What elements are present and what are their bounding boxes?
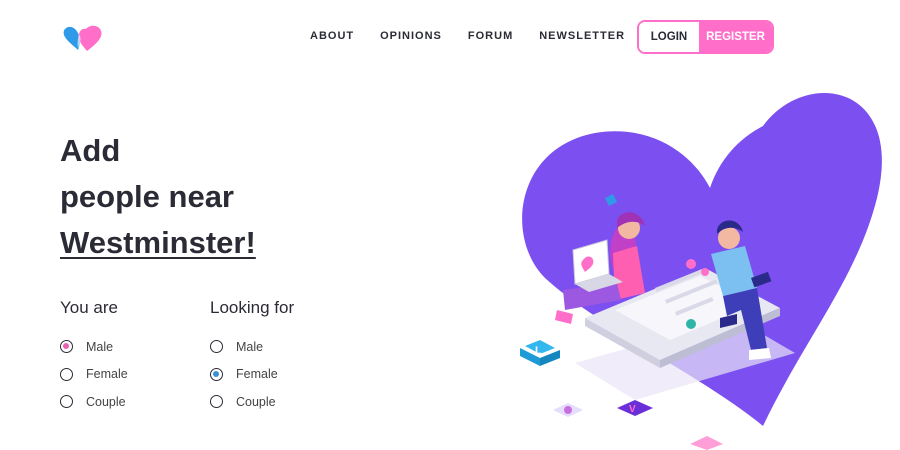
nav-about-link[interactable]: ABOUT xyxy=(310,30,354,42)
radio-unchecked-icon[interactable] xyxy=(210,395,223,409)
radio-checked-icon[interactable] xyxy=(210,367,223,381)
tile-letter-v: V xyxy=(629,404,636,415)
looking-for-group: Looking for Male Female Couple xyxy=(210,298,294,416)
hero-line-1: Add xyxy=(60,133,121,168)
radio-unchecked-icon[interactable] xyxy=(210,340,223,354)
option-label: Female xyxy=(236,367,278,382)
option-label: Couple xyxy=(86,394,126,409)
option-label: Male xyxy=(86,339,114,354)
option-label: Female xyxy=(86,367,128,382)
radio-unchecked-icon[interactable] xyxy=(60,395,73,409)
looking-for-option-couple[interactable]: Couple xyxy=(210,388,294,416)
you-are-option-male[interactable]: Male xyxy=(60,333,128,361)
hero-heading: Add people near Westminster! xyxy=(60,128,256,266)
looking-for-option-female[interactable]: Female xyxy=(210,361,294,389)
tile-letter-l: L xyxy=(535,345,542,357)
nav-newsletter-link[interactable]: NEWSLETTER xyxy=(539,30,625,42)
option-label: Couple xyxy=(236,394,276,409)
couple-dating-heart-illustration: L V xyxy=(520,92,882,450)
you-are-title: You are xyxy=(60,298,118,317)
you-are-option-female[interactable]: Female xyxy=(60,361,128,389)
you-are-group: You are Male Female Couple xyxy=(60,298,128,416)
main-nav: ABOUT OPINIONS FORUM NEWSLETTER xyxy=(310,30,651,42)
login-button[interactable]: LOGIN xyxy=(639,22,699,52)
looking-for-title: Looking for xyxy=(210,298,295,317)
hero-line-2: people near xyxy=(60,179,234,214)
nav-forum-link[interactable]: FORUM xyxy=(468,30,513,42)
nav-opinions-link[interactable]: OPINIONS xyxy=(380,30,442,42)
auth-button-group: LOGIN REGISTER xyxy=(637,20,774,54)
you-are-option-couple[interactable]: Couple xyxy=(60,388,128,416)
option-label: Male xyxy=(236,339,264,354)
hearts-logo-icon[interactable] xyxy=(62,24,104,52)
looking-for-option-male[interactable]: Male xyxy=(210,333,294,361)
radio-unchecked-icon[interactable] xyxy=(60,367,73,381)
register-button[interactable]: REGISTER xyxy=(699,22,772,52)
radio-checked-icon[interactable] xyxy=(60,340,73,354)
hero-city-link[interactable]: Westminster! xyxy=(60,220,256,266)
